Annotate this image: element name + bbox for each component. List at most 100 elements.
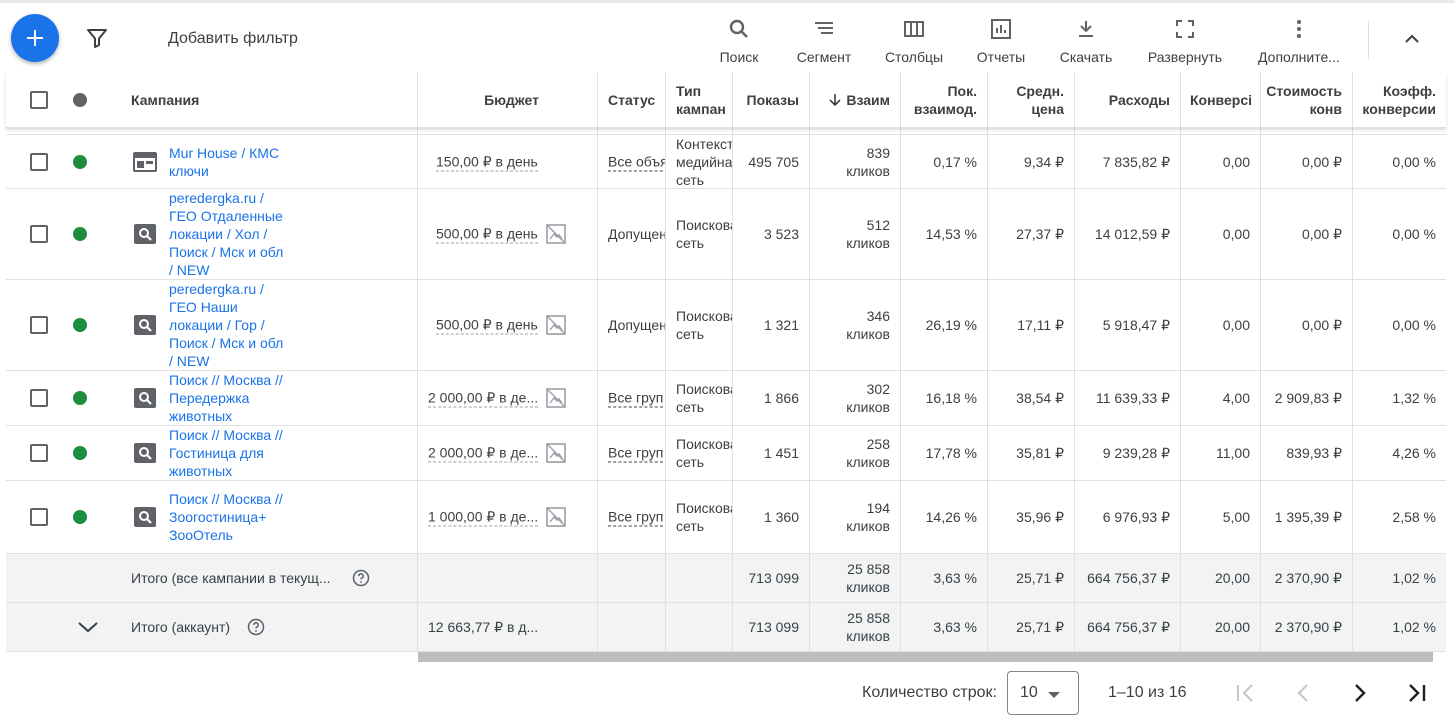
row-checkbox[interactable]: [30, 225, 48, 243]
col-budget[interactable]: Бюджет: [484, 91, 539, 109]
toolbar-divider: [1368, 21, 1369, 59]
col-cost[interactable]: Расходы: [1109, 91, 1170, 109]
no-image-icon[interactable]: [544, 386, 568, 410]
search-campaign-icon: [134, 443, 156, 463]
help-icon[interactable]: [247, 618, 265, 636]
impressions-value: 1 866: [763, 390, 799, 406]
col-interaction-rate[interactable]: Пок. взаимод.: [914, 82, 977, 118]
interactions-unit: кликов: [846, 579, 890, 595]
col-conversions[interactable]: Конверсі: [1190, 91, 1252, 109]
campaign-link[interactable]: Поиск // Москва // Передержка животных: [169, 371, 287, 425]
row-checkbox[interactable]: [30, 444, 48, 462]
campaign-type: Контекстно-медийная сеть: [676, 135, 733, 188]
interactions-value: 346 кликов: [846, 307, 890, 343]
conversions-value: 0,00: [1222, 153, 1250, 170]
create-button[interactable]: [11, 14, 59, 62]
next-page-icon[interactable]: [1347, 680, 1373, 706]
budget-value[interactable]: 150,00 ₽ в день: [436, 152, 538, 171]
status-dot-enabled[interactable]: [73, 391, 87, 405]
col-cost-conv[interactable]: Стоимость конв: [1266, 82, 1342, 118]
more-label: Дополните...: [1258, 49, 1340, 65]
col-status[interactable]: Статус: [608, 91, 655, 109]
first-page-icon[interactable]: [1232, 680, 1258, 706]
interactions-unit: кликов: [846, 518, 890, 534]
row-checkbox[interactable]: [30, 316, 48, 334]
interactions-value: 302 кликов: [846, 380, 890, 416]
status-dot-header[interactable]: [73, 92, 87, 107]
row-checkbox[interactable]: [30, 152, 48, 171]
status-value[interactable]: Все груп: [608, 508, 664, 527]
row-checkbox[interactable]: [30, 389, 48, 407]
interaction-rate-value: 14,53 %: [925, 226, 977, 242]
campaign-link[interactable]: peredergka.ru / ГЕО Отдаленные локации /…: [169, 189, 287, 279]
columns-button[interactable]: Столбцы: [880, 13, 948, 67]
chevron-up-icon[interactable]: [1400, 27, 1424, 51]
status-value[interactable]: Все груп: [608, 444, 664, 463]
budget-value[interactable]: 1 000,00 ₽ в де...: [428, 508, 539, 527]
campaign-link[interactable]: Поиск // Москва // Гостиница для животны…: [169, 426, 287, 480]
prev-page-icon[interactable]: [1290, 680, 1316, 706]
status-dot-enabled[interactable]: [73, 227, 87, 241]
row-checkbox[interactable]: [30, 508, 48, 526]
no-image-icon[interactable]: [544, 441, 568, 465]
last-page-icon[interactable]: [1404, 680, 1430, 706]
total-avg-cost: 25,71 ₽: [1016, 570, 1064, 586]
col-avg-cost[interactable]: Средн. цена: [1016, 82, 1064, 118]
col-interactions-label: Взаим: [846, 91, 890, 108]
col-type[interactable]: Тип кампан: [676, 82, 726, 118]
status-dot-enabled[interactable]: [73, 154, 87, 169]
segment-button[interactable]: Сегмент: [792, 13, 856, 67]
status-value: Допущен: [608, 317, 666, 333]
help-icon[interactable]: [352, 569, 370, 587]
status-dot-enabled[interactable]: [73, 446, 87, 460]
reports-button[interactable]: Отчеты: [972, 13, 1030, 67]
filter-icon[interactable]: [85, 26, 109, 50]
interactions-unit: кликов: [846, 162, 890, 179]
avg-cost-value: 17,11 ₽: [1017, 317, 1064, 333]
status-value[interactable]: Все объя: [608, 152, 665, 171]
campaign-link[interactable]: Поиск // Москва // Зоогостиница+ ЗооОтел…: [169, 490, 287, 544]
impressions-value: 1 451: [763, 445, 799, 461]
no-image-icon[interactable]: [544, 222, 568, 246]
budget-value[interactable]: 500,00 ₽ в день: [436, 225, 538, 244]
interactions-value: 194 кликов: [846, 499, 890, 535]
campaign-link[interactable]: Mur House / КМС ключи: [169, 144, 287, 180]
budget-value[interactable]: 2 000,00 ₽ в де...: [428, 444, 539, 463]
select-all-checkbox[interactable]: [30, 90, 48, 109]
budget-value[interactable]: 2 000,00 ₽ в де...: [428, 389, 539, 408]
campaign-type: Поисковая сеть: [676, 436, 732, 470]
col-campaign[interactable]: Кампания: [131, 91, 199, 109]
total-row-account: Итого (аккаунт) 12 663,77 ₽ в д... 713 0…: [6, 603, 1446, 652]
rows-per-page-value: 10: [1020, 684, 1038, 701]
fullscreen-button[interactable]: Развернуть: [1141, 13, 1229, 67]
search-campaign-icon: [134, 315, 156, 335]
col-conv-rate[interactable]: Коэфф. конверсии: [1362, 82, 1436, 118]
no-image-icon[interactable]: [544, 313, 568, 337]
budget-value[interactable]: 500,00 ₽ в день: [436, 316, 538, 335]
table-row: peredergka.ru / ГЕО Отдаленные локации /…: [6, 189, 1446, 280]
status-dot-enabled[interactable]: [73, 510, 87, 524]
cost-value: 5 918,47 ₽: [1102, 317, 1170, 333]
search-button[interactable]: Поиск: [713, 13, 765, 67]
download-button[interactable]: Скачать: [1054, 13, 1118, 67]
no-image-icon[interactable]: [544, 505, 568, 529]
table-header: Кампания Бюджет Статус Тип кампан Показы …: [6, 72, 1446, 128]
columns-icon: [904, 21, 924, 37]
status-value[interactable]: Все груп: [608, 389, 664, 408]
status-dot-enabled[interactable]: [73, 318, 87, 332]
conv-rate-value: 0,00 %: [1392, 317, 1436, 333]
cost-value: 14 012,59 ₽: [1094, 226, 1170, 242]
col-impressions[interactable]: Показы: [747, 91, 800, 109]
col-interactions[interactable]: Взаим: [828, 91, 890, 109]
fullscreen-label: Развернуть: [1147, 49, 1223, 65]
more-button[interactable]: Дополните...: [1254, 13, 1344, 67]
avg-cost-value: 35,96 ₽: [1016, 509, 1064, 525]
conv-rate-value: 2,58 %: [1392, 509, 1436, 525]
chevron-down-icon[interactable]: [76, 617, 100, 637]
arrow-down-icon: [829, 93, 841, 106]
horizontal-scrollbar[interactable]: [418, 652, 1433, 662]
add-filter-button[interactable]: Добавить фильтр: [168, 30, 298, 48]
rows-per-page-select[interactable]: 10: [1007, 671, 1079, 715]
campaign-link[interactable]: peredergka.ru / ГЕО Наши локации / Гор /…: [169, 280, 287, 370]
interactions-count: 302: [866, 381, 890, 397]
